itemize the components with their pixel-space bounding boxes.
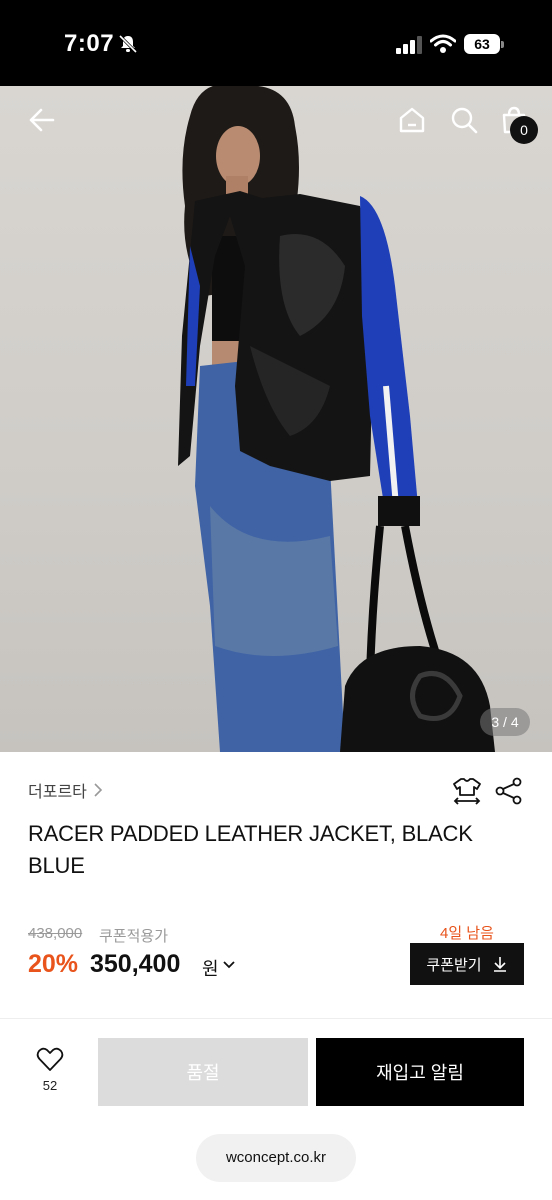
wishlist-count: 52 <box>42 1078 58 1093</box>
brand-name: 더포르타 <box>28 784 87 801</box>
battery-icon: 63 <box>464 34 504 54</box>
chevron-right-icon <box>94 783 103 797</box>
search-button[interactable] <box>444 100 484 140</box>
download-coupon-button[interactable]: 쿠폰받기 <box>410 943 524 985</box>
sale-price: 350,400 <box>90 950 181 978</box>
heart-icon <box>36 1047 64 1071</box>
back-button[interactable] <box>22 100 62 140</box>
divider <box>0 1018 552 1019</box>
back-arrow-icon <box>29 108 55 132</box>
product-photo <box>178 86 495 752</box>
home-button[interactable] <box>392 100 432 140</box>
wishlist-button[interactable]: 52 <box>28 1046 72 1093</box>
coupon-price-note: 쿠폰적용가 <box>99 928 169 945</box>
cart-count-badge: 0 <box>510 116 538 144</box>
coupon-days-left: 4일 남음 <box>440 925 494 942</box>
search-icon <box>451 107 478 134</box>
image-page-indicator: 3 / 4 <box>480 708 530 736</box>
status-bar: 7:07 63 <box>0 0 552 86</box>
original-price: 438,000 <box>28 925 83 942</box>
chevron-down-icon[interactable] <box>222 958 236 972</box>
currency-label: 원 <box>202 959 219 979</box>
restock-alert-button[interactable]: 재입고 알림 <box>316 1038 524 1106</box>
product-image-gallery[interactable]: 0 3 / 4 <box>0 86 552 752</box>
sold-out-button[interactable]: 품절 <box>98 1038 308 1106</box>
share-icon[interactable] <box>494 776 524 806</box>
status-time: 7:07 <box>64 30 115 57</box>
home-icon <box>399 107 425 133</box>
brand-link[interactable]: 더포르타 <box>28 778 105 802</box>
bell-off-icon <box>118 34 138 54</box>
wifi-icon <box>430 34 456 53</box>
product-title: RACER PADDED LEATHER JACKET, BLACK BLUE <box>28 821 473 878</box>
download-icon <box>493 957 506 972</box>
battery-level: 63 <box>464 34 500 54</box>
discount-rate: 20% <box>28 950 79 978</box>
size-guide-icon[interactable] <box>452 776 482 806</box>
signal-icon <box>396 36 422 54</box>
coupon-button-label: 쿠폰받기 <box>426 956 482 974</box>
browser-url-pill[interactable]: wconcept.co.kr <box>196 1134 356 1182</box>
